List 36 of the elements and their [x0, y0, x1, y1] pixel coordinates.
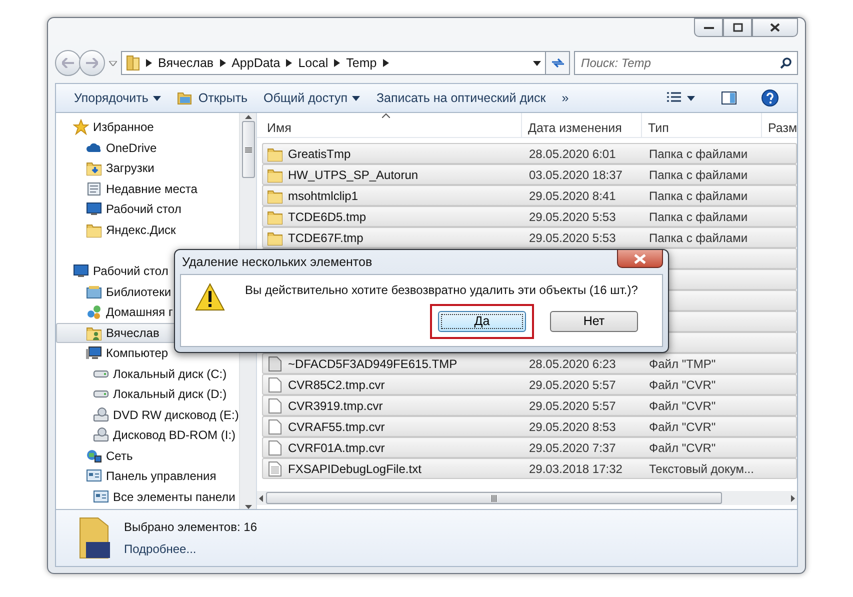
file-name: msohtmlclip1	[288, 188, 358, 204]
file-date: 29.05.2020 8:53	[528, 418, 617, 436]
file-name: FXSAPIDebugLogFile.txt	[288, 460, 422, 478]
file-name: HW_UTPS_SP_Autorun	[288, 166, 418, 184]
file-date: 29.05.2020 8:41	[528, 188, 617, 204]
file-date: 28.05.2020 6:01	[528, 146, 617, 162]
selection-count: Выбрано элементов: 16	[124, 519, 257, 536]
file-date: 28.05.2020 6:23	[528, 356, 617, 372]
file-name: CVRF01A.tmp.cvr	[288, 440, 385, 456]
file-date: 29.05.2020 5:53	[528, 230, 617, 246]
file-type: Файл "CVR"	[648, 418, 717, 436]
file-type: Папка с файлами	[648, 208, 749, 226]
file-type: Файл "CVR"	[648, 398, 717, 414]
file-date: 29.03.2018 17:32	[528, 460, 624, 478]
file-date: 29.05.2020 5:57	[528, 398, 617, 414]
file-date: 29.05.2020 5:57	[528, 376, 617, 394]
file-type: Файл "CVR"	[648, 376, 717, 394]
file-type: Текстовый докум...	[648, 460, 755, 478]
file-type: Файл "CVR"	[648, 440, 717, 456]
file-type: Папка с файлами	[648, 146, 749, 162]
file-name: ~DFACD5F3AD949FE615.TMP	[288, 356, 458, 372]
file-name: TCDE6D5.tmp	[288, 208, 366, 226]
file-type: Папка с файлами	[648, 166, 749, 184]
dialog-message: Вы действительно хотите безвозвратно удалить эти объекты (16 шт.)?	[245, 283, 639, 298]
file-date: 29.05.2020 7:37	[528, 440, 617, 456]
file-type: Папка с файлами	[648, 230, 749, 246]
file-name: CVRAF55.tmp.cvr	[288, 418, 385, 436]
file-date: 03.05.2020 18:37	[528, 166, 624, 184]
file-name: TCDE67F.tmp	[288, 230, 364, 246]
file-type: Папка с файлами	[648, 188, 749, 204]
file-name: GreatisTmp	[288, 146, 351, 162]
file-date: 29.05.2020 5:53	[528, 208, 617, 226]
file-type: Файл "TMP"	[648, 356, 717, 372]
file-name: CVR85C2.tmp.cvr	[288, 376, 385, 394]
file-name: CVR3919.tmp.cvr	[288, 398, 383, 414]
dialog-title: Удаление нескольких элементов	[182, 254, 372, 271]
